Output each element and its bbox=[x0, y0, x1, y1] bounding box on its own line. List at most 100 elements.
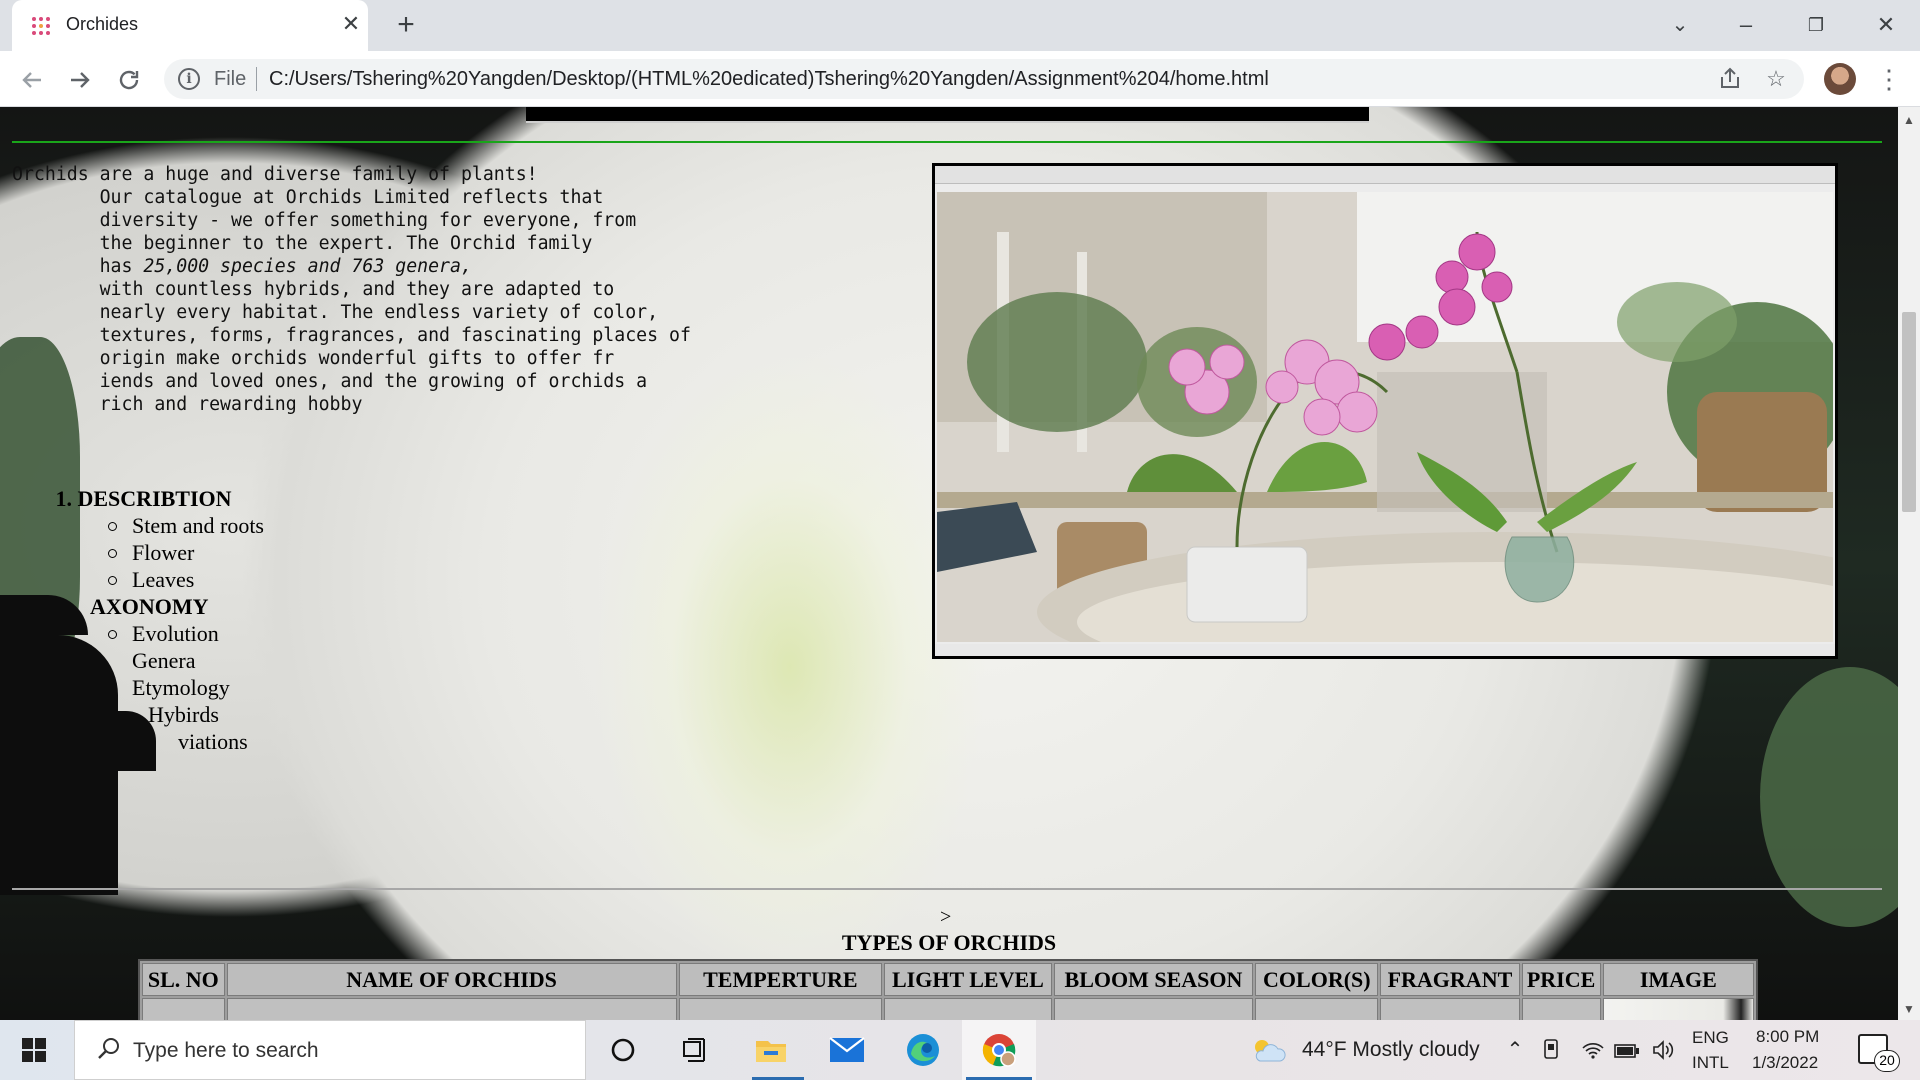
tab-strip: Orchides ✕ + ⌄ – ❐ ✕ bbox=[0, 0, 1920, 51]
address-bar[interactable]: i File C:/Users/Tshering%20Yangden/Deskt… bbox=[164, 59, 1804, 99]
intro-species-emphasis: 25,000 species and 763 genera, bbox=[143, 256, 472, 277]
intro-line: diversity - we offer something for every… bbox=[12, 210, 637, 231]
omnibox-separator bbox=[256, 67, 257, 91]
orchid-photo-frame bbox=[932, 163, 1838, 659]
table-cell bbox=[884, 998, 1052, 1020]
column-header: FRAGRANT bbox=[1380, 963, 1520, 996]
language-indicator[interactable]: ENG bbox=[1692, 1028, 1729, 1048]
intro-line: iends and loved ones, and the growing of… bbox=[12, 371, 648, 392]
column-header: LIGHT LEVEL bbox=[884, 963, 1052, 996]
search-icon bbox=[95, 1035, 125, 1065]
table-cell bbox=[1255, 998, 1379, 1020]
new-tab-button[interactable]: + bbox=[390, 10, 422, 42]
wifi-icon[interactable] bbox=[1578, 1030, 1608, 1070]
intro-line: Our catalogue at Orchids Limited reflect… bbox=[12, 187, 604, 208]
background-shadow bbox=[0, 635, 118, 895]
profile-avatar[interactable] bbox=[1824, 63, 1856, 95]
mail-icon[interactable] bbox=[824, 1030, 870, 1070]
forward-arrow-icon[interactable] bbox=[63, 63, 97, 97]
windows-taskbar: Type here to search 44°F Mostly cloudy ⌃… bbox=[0, 1020, 1920, 1080]
outline-number: 1. bbox=[55, 486, 73, 511]
tab-orchides[interactable]: Orchides ✕ bbox=[12, 0, 368, 51]
intro-line: nearly every habitat. The endless variet… bbox=[12, 302, 659, 323]
stray-text: > bbox=[940, 906, 952, 928]
volume-icon[interactable] bbox=[1648, 1030, 1678, 1070]
column-header: COLOR(S) bbox=[1255, 963, 1379, 996]
scroll-up-arrow-icon[interactable]: ▲ bbox=[1898, 113, 1920, 127]
intro-line: with countless hybrids, and they are ada… bbox=[12, 279, 615, 300]
scroll-down-arrow-icon[interactable]: ▼ bbox=[1898, 1002, 1920, 1016]
scrollbar-thumb[interactable] bbox=[1902, 312, 1916, 512]
header-banner-border bbox=[526, 121, 1369, 123]
intro-line: origin make orchids wonderful gifts to o… bbox=[12, 348, 615, 369]
search-placeholder: Type here to search bbox=[133, 1039, 319, 1062]
back-arrow-icon[interactable] bbox=[15, 63, 49, 97]
taskbar-search-box[interactable]: Type here to search bbox=[74, 1020, 586, 1080]
clock-time[interactable]: 8:00 PM bbox=[1756, 1027, 1819, 1047]
intro-line: the beginner to the expert. The Orchid f… bbox=[12, 233, 593, 254]
column-header: TEMPERTURE bbox=[678, 963, 883, 996]
url-text[interactable]: C:/Users/Tshering%20Yangden/Desktop/(HTM… bbox=[269, 68, 1269, 91]
table-cell bbox=[1053, 998, 1254, 1020]
weather-cloud-icon[interactable] bbox=[1248, 1030, 1288, 1070]
chrome-icon[interactable] bbox=[976, 1030, 1022, 1070]
table-caption: TYPES OF ORCHIDS bbox=[841, 930, 1057, 955]
notification-count-badge: 20 bbox=[1874, 1050, 1900, 1072]
keyboard-layout-indicator[interactable]: INTL bbox=[1692, 1053, 1729, 1073]
windows-start-icon[interactable] bbox=[22, 1038, 46, 1062]
outline-subitem: Flower bbox=[46, 539, 264, 566]
intro-line: Orchids are a huge and diverse family of… bbox=[12, 164, 538, 185]
star-icon[interactable]: ☆ bbox=[1762, 65, 1790, 93]
device-icon[interactable] bbox=[1536, 1030, 1566, 1070]
gray-divider bbox=[12, 888, 1882, 890]
bullet-icon bbox=[108, 549, 117, 558]
outline-subitem: Stem and roots bbox=[46, 512, 264, 539]
tab-title: Orchides bbox=[66, 14, 139, 34]
tab-search-icon[interactable]: ⌄ bbox=[1660, 8, 1700, 42]
bullet-icon bbox=[108, 576, 117, 585]
cortana-icon[interactable] bbox=[600, 1030, 646, 1070]
page-scrollbar[interactable]: ▲ ▼ bbox=[1898, 107, 1920, 1020]
close-tab-icon[interactable]: ✕ bbox=[338, 11, 364, 37]
photo-bottom-strip bbox=[935, 644, 1835, 656]
info-icon[interactable]: i bbox=[178, 68, 200, 90]
table-cell bbox=[142, 998, 225, 1020]
column-header: PRICE bbox=[1521, 963, 1601, 996]
bullet-icon bbox=[108, 522, 117, 531]
table-cell bbox=[226, 998, 677, 1020]
edge-icon[interactable] bbox=[900, 1030, 946, 1070]
green-divider bbox=[12, 141, 1882, 143]
column-header: SL. NO bbox=[142, 963, 225, 996]
close-window-button[interactable]: ✕ bbox=[1866, 8, 1906, 42]
photo-top-strip bbox=[935, 166, 1835, 184]
battery-icon[interactable] bbox=[1612, 1030, 1642, 1070]
share-icon[interactable] bbox=[1716, 65, 1744, 93]
clock-date[interactable]: 1/3/2022 bbox=[1752, 1053, 1818, 1073]
header-banner-edge bbox=[526, 107, 1369, 121]
task-view-icon[interactable] bbox=[672, 1030, 718, 1070]
file-scheme-label: File bbox=[214, 68, 247, 90]
weather-text[interactable]: 44°F Mostly cloudy bbox=[1302, 1038, 1480, 1062]
intro-paragraph: Orchids are a huge and diverse family of… bbox=[12, 163, 712, 416]
table-cell bbox=[1380, 998, 1520, 1020]
chevron-up-icon[interactable]: ⌃ bbox=[1500, 1030, 1530, 1070]
table-cell bbox=[678, 998, 883, 1020]
browser-toolbar: i File C:/Users/Tshering%20Yangden/Deskt… bbox=[0, 51, 1920, 107]
table-row bbox=[142, 998, 1754, 1020]
outline-item-description: 1. DESCRIBTION bbox=[46, 485, 264, 512]
restore-button[interactable]: ❐ bbox=[1796, 8, 1836, 42]
reload-icon[interactable] bbox=[112, 63, 146, 97]
orchid-types-table: SL. NO NAME OF ORCHIDS TEMPERTURE LIGHT … bbox=[138, 959, 1758, 1020]
file-explorer-icon[interactable] bbox=[748, 1030, 794, 1070]
intro-line: textures, forms, fragrances, and fascina… bbox=[12, 325, 691, 346]
bullet-icon bbox=[108, 630, 117, 639]
menu-icon[interactable]: ⋮ bbox=[1876, 63, 1902, 95]
minimize-button[interactable]: – bbox=[1726, 8, 1766, 42]
column-header: IMAGE bbox=[1602, 963, 1754, 996]
outline-heading: DESCRIBTION bbox=[77, 486, 232, 511]
intro-line: has bbox=[12, 256, 144, 277]
column-header: NAME OF ORCHIDS bbox=[226, 963, 677, 996]
table-cell bbox=[1521, 998, 1601, 1020]
page-viewport: Orchids are a huge and diverse family of… bbox=[0, 107, 1898, 1020]
orchid-favicon-icon bbox=[32, 17, 50, 35]
